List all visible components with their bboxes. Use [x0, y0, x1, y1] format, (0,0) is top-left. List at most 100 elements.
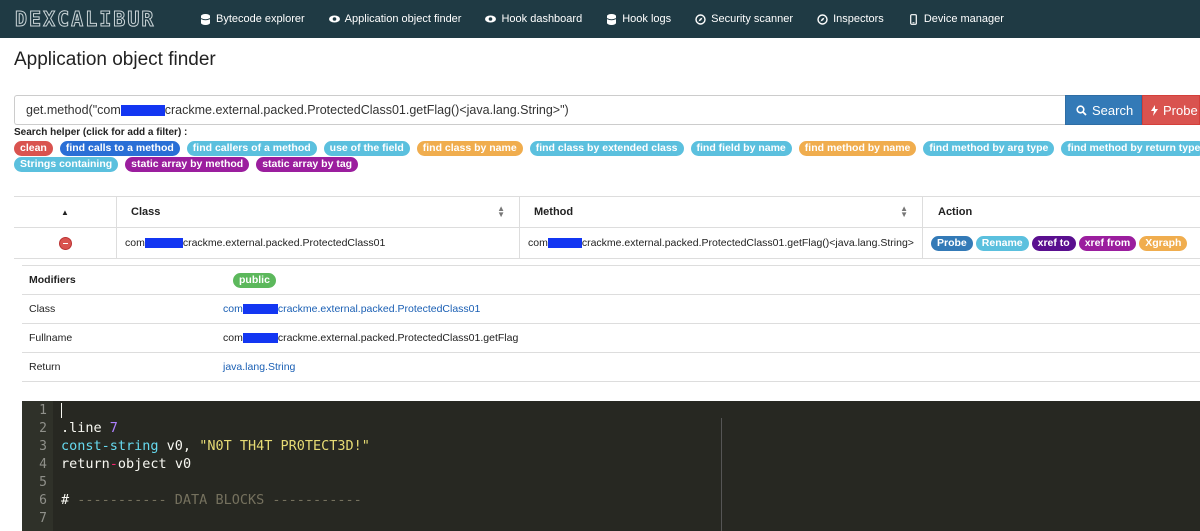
search-input[interactable]: get.method("com crackme.external.packed.P…	[14, 95, 1065, 125]
code-line: .line 7	[61, 420, 118, 436]
helper-tag[interactable]: clean	[14, 141, 53, 156]
code-line: return-object v0	[61, 456, 192, 472]
redaction-mark	[120, 104, 165, 116]
fullname-value: com crackme.external.packed.ProtectedClas…	[223, 332, 518, 344]
detail-row-return: Return java.lang.String	[22, 353, 1200, 382]
row-class-cell: com crackme.external.packed.ProtectedClas…	[117, 228, 520, 258]
column-header-action: Action	[923, 197, 1200, 227]
helper-tag[interactable]: find class by name	[416, 141, 523, 156]
detail-row-class: Class com crackme.external.packed.Protect…	[22, 295, 1200, 324]
helper-tag[interactable]: static array by method	[125, 157, 250, 172]
search-button[interactable]: Search	[1065, 95, 1142, 125]
class-suffix: crackme.external.packed.ProtectedClass01	[277, 303, 481, 315]
row-method-cell: com crackme.external.packed.ProtectedClas…	[520, 228, 923, 258]
eye-icon	[485, 14, 497, 25]
nav-hook-logs[interactable]: Hook logs	[606, 13, 671, 25]
method-details: Modifiers public Class com crackme.extern…	[22, 265, 1200, 382]
table-row: com crackme.external.packed.ProtectedClas…	[14, 228, 1200, 259]
database-icon	[606, 13, 617, 25]
rename-action-button[interactable]: Rename	[975, 235, 1029, 251]
nav-label: Device manager	[923, 13, 1004, 25]
column-header-label: Action	[938, 206, 973, 218]
nav-bytecode-explorer[interactable]: Bytecode explorer	[200, 13, 305, 25]
database-icon	[200, 13, 211, 25]
code-line: # ----------- DATA BLOCKS -----------	[61, 492, 362, 508]
eye-icon	[328, 14, 340, 25]
search-helper-row-1: clean find calls to a method find caller…	[14, 141, 1200, 156]
nav-label: Hook dashboard	[501, 13, 583, 25]
compass-icon	[695, 13, 706, 25]
nav-label: Application object finder	[344, 13, 462, 25]
sort-asc-icon: ▲	[61, 207, 69, 217]
detail-label: Modifiers	[29, 274, 76, 286]
method-prefix: com	[528, 237, 548, 249]
code-line: const-string v0, "N0T TH4T PR0TECT3D!"	[61, 438, 370, 454]
column-header-label: Method	[534, 206, 574, 218]
xref-from-action-button[interactable]: xref from	[1078, 235, 1137, 251]
line-number: 4	[39, 457, 47, 472]
class-prefix: com	[125, 237, 145, 249]
helper-tag[interactable]: find field by name	[690, 141, 792, 156]
detail-label: Return	[29, 361, 61, 373]
line-number: 2	[39, 421, 47, 436]
results-table: ▲ Class ▲ ▼ Method ▲ ▼ Action com crackme.ext…	[14, 196, 1200, 259]
search-icon	[1076, 104, 1087, 116]
nav-label: Hook logs	[622, 13, 672, 25]
fullname-suffix: crackme.external.packed.ProtectedClass01…	[277, 332, 519, 344]
collapse-minus-icon[interactable]	[58, 236, 72, 250]
nav-hook-dashboard[interactable]: Hook dashboard	[485, 13, 582, 25]
helper-tag[interactable]: find method by arg type	[923, 141, 1055, 156]
sort-column-header[interactable]: ▲	[14, 197, 117, 227]
helper-tag[interactable]: static array by tag	[256, 157, 359, 172]
line-number: 6	[39, 493, 47, 508]
helper-tag[interactable]: find method by name	[798, 141, 917, 156]
nav-label: Inspectors	[833, 13, 884, 25]
nav-application-object-finder[interactable]: Application object finder	[328, 13, 462, 25]
class-link[interactable]: com crackme.external.packed.ProtectedClas…	[223, 303, 480, 315]
nav-label: Bytecode explorer	[216, 13, 305, 25]
class-prefix: com	[223, 303, 243, 315]
helper-tag[interactable]: find calls to a method	[59, 141, 180, 156]
column-header-class[interactable]: Class ▲ ▼	[117, 197, 520, 227]
redaction-mark	[242, 333, 278, 344]
nav-security-scanner[interactable]: Security scanner	[695, 13, 793, 25]
column-header-method[interactable]: Method ▲ ▼	[520, 197, 923, 227]
query-prefix: get.method("com	[26, 103, 121, 117]
xgraph-action-button[interactable]: Xgraph	[1139, 235, 1188, 251]
search-helper-title: Search helper (click for add a filter) :	[14, 127, 188, 138]
return-type-link[interactable]: java.lang.String	[223, 361, 295, 373]
helper-tag[interactable]: find class by extended class	[529, 141, 684, 156]
bolt-icon	[1151, 104, 1158, 116]
search-helper-row-2: Strings containing static array by metho…	[14, 157, 1200, 172]
line-number: 7	[39, 511, 47, 526]
row-toggle[interactable]	[14, 228, 117, 258]
smali-code-editor[interactable]: 1 2 3 4 5 6 7 .line 7 const-string v0, "…	[22, 401, 1200, 531]
redaction-mark	[144, 238, 183, 248]
sort-icon: ▲ ▼	[900, 204, 908, 219]
xref-to-action-button[interactable]: xref to	[1031, 235, 1076, 251]
redaction-mark	[547, 238, 582, 248]
nav-label: Security scanner	[711, 13, 794, 25]
search-button-label: Search	[1092, 102, 1134, 118]
helper-tag[interactable]: Strings containing	[14, 157, 119, 172]
detail-row-modifiers: Modifiers public	[22, 266, 1200, 295]
search-bar: get.method("com crackme.external.packed.P…	[14, 95, 1200, 125]
line-number: 1	[39, 403, 47, 418]
app-logo[interactable]: DEXCALIBUR	[0, 7, 200, 32]
line-number: 3	[39, 439, 47, 454]
sort-icon: ▲ ▼	[497, 204, 505, 219]
modifier-badge: public	[233, 272, 276, 288]
compass-icon	[817, 13, 828, 25]
helper-tag[interactable]: use of the field	[323, 141, 410, 156]
page-title: Application object finder	[14, 49, 216, 70]
helper-tag[interactable]: find callers of a method	[186, 141, 317, 156]
fullname-prefix: com	[223, 332, 243, 344]
query-suffix: crackme.external.packed.ProtectedClass01…	[164, 103, 569, 117]
probe-action-button[interactable]: Probe	[931, 235, 973, 251]
detail-label: Class	[29, 303, 56, 315]
print-margin	[721, 418, 722, 531]
nav-device-manager[interactable]: Device manager	[908, 13, 1004, 25]
helper-tag[interactable]: find method by return type	[1061, 141, 1200, 156]
probe-button[interactable]: Probe	[1142, 95, 1200, 125]
nav-inspectors[interactable]: Inspectors	[817, 13, 884, 25]
